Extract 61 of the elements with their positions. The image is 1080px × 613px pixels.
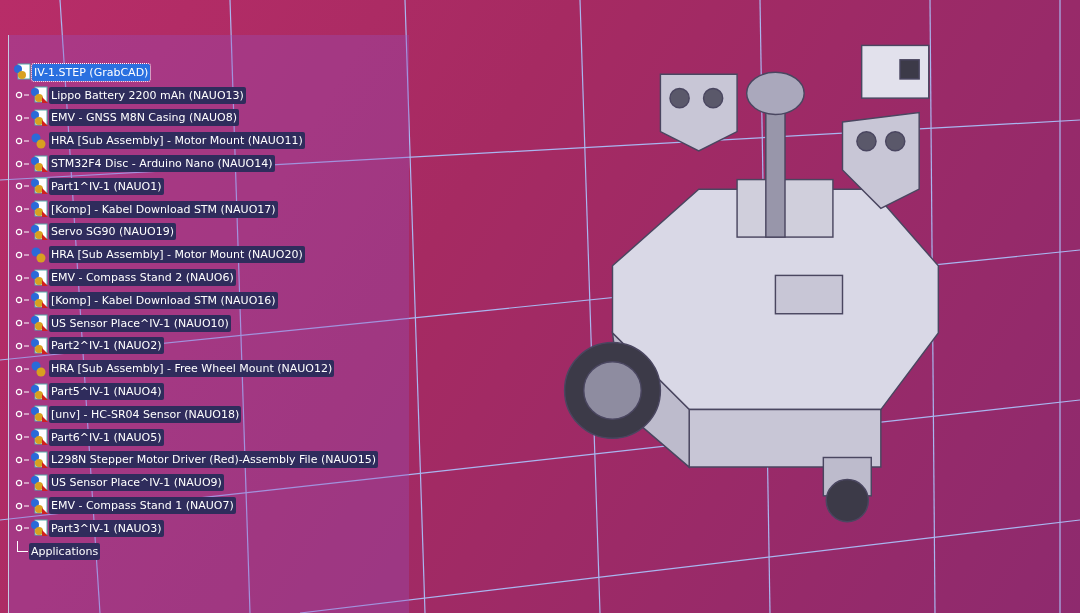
part-icon — [29, 519, 49, 538]
expand-node-icon[interactable] — [15, 182, 29, 191]
expand-node-icon[interactable] — [15, 250, 29, 259]
tree-node[interactable]: US Sensor Place^IV-1 (NAUO9) — [49, 474, 224, 492]
part-icon — [29, 86, 49, 105]
tree-connector-icon — [17, 540, 28, 552]
part-icon — [29, 291, 49, 310]
tree-node[interactable]: HRA [Sub Assembly] - Motor Mount (NAUO11) — [49, 132, 305, 150]
part-icon — [29, 314, 49, 333]
expand-node-icon[interactable] — [15, 319, 29, 328]
tree-node[interactable]: HRA [Sub Assembly] - Free Wheel Mount (NAUO12) — [49, 360, 335, 378]
expand-node-icon[interactable] — [15, 341, 29, 350]
tree-node[interactable]: STM32F4 Disc - Arduino Nano (NAUO14) — [49, 155, 275, 173]
expand-node-icon[interactable] — [15, 455, 29, 464]
part-icon — [29, 336, 49, 355]
tree-node[interactable]: EMV - GNSS M8N Casing (NAUO8) — [49, 109, 240, 127]
expand-node-icon[interactable] — [15, 478, 29, 487]
expand-node-icon[interactable] — [15, 159, 29, 168]
part-icon — [29, 450, 49, 469]
tree-node[interactable]: Servo SG90 (NAUO19) — [49, 223, 177, 241]
tree-node[interactable]: Lippo Battery 2200 mAh (NAUO13) — [49, 86, 246, 104]
part-icon — [29, 405, 49, 424]
part-icon — [29, 109, 49, 127]
expand-node-icon[interactable] — [15, 205, 29, 214]
part-icon — [29, 154, 49, 173]
part-icon — [29, 222, 49, 241]
tree-node[interactable]: US Sensor Place^IV-1 (NAUO10) — [49, 314, 231, 332]
part-icon — [29, 200, 49, 219]
tree-node[interactable]: Part6^IV-1 (NAUO5) — [49, 428, 164, 446]
tree-node[interactable]: [Komp] - Kabel Download STM (NAUO16) — [49, 291, 278, 309]
tree-node[interactable]: Applications — [29, 542, 101, 560]
tree-node[interactable]: [unv] - HC-SR04 Sensor (NAUO18) — [49, 405, 242, 423]
part-icon — [29, 428, 49, 447]
expand-node-icon[interactable] — [15, 501, 29, 510]
tree-node[interactable]: EMV - Compass Stand 1 (NAUO7) — [49, 497, 236, 515]
part-icon — [29, 177, 49, 196]
tree-node[interactable]: Part1^IV-1 (NAUO1) — [49, 177, 164, 195]
tree-node[interactable]: HRA [Sub Assembly] - Motor Mount (NAUO20) — [49, 246, 305, 264]
tree-node[interactable]: Part5^IV-1 (NAUO4) — [49, 383, 164, 401]
tree-node[interactable]: IV-1.STEP (GrabCAD) — [32, 63, 151, 81]
expand-node-icon[interactable] — [15, 114, 29, 122]
part-icon — [29, 496, 49, 515]
expand-node-icon[interactable] — [15, 296, 29, 305]
expand-node-icon[interactable] — [15, 227, 29, 236]
tree-node[interactable]: Part2^IV-1 (NAUO2) — [49, 337, 164, 355]
part-icon — [29, 268, 49, 287]
tree-node[interactable]: [Komp] - Kabel Download STM (NAUO17) — [49, 200, 278, 218]
expand-node-icon[interactable] — [15, 91, 29, 100]
tree-node[interactable]: EMV - Compass Stand 2 (NAUO6) — [49, 269, 236, 287]
assembly-icon — [12, 63, 32, 82]
expand-node-icon[interactable] — [15, 136, 29, 145]
expand-node-icon[interactable] — [15, 433, 29, 442]
expand-node-icon[interactable] — [15, 364, 29, 373]
expand-node-icon[interactable] — [15, 387, 29, 396]
expand-node-icon[interactable] — [15, 410, 29, 419]
expand-node-icon[interactable] — [15, 273, 29, 282]
tree-node[interactable]: Part3^IV-1 (NAUO3) — [49, 519, 164, 537]
expand-node-icon[interactable] — [15, 524, 29, 533]
tree-node[interactable]: L298N Stepper Motor Driver (Red)-Assembly File (NAUO15) — [49, 451, 378, 469]
part-icon — [29, 473, 49, 492]
part-icon — [29, 382, 49, 401]
